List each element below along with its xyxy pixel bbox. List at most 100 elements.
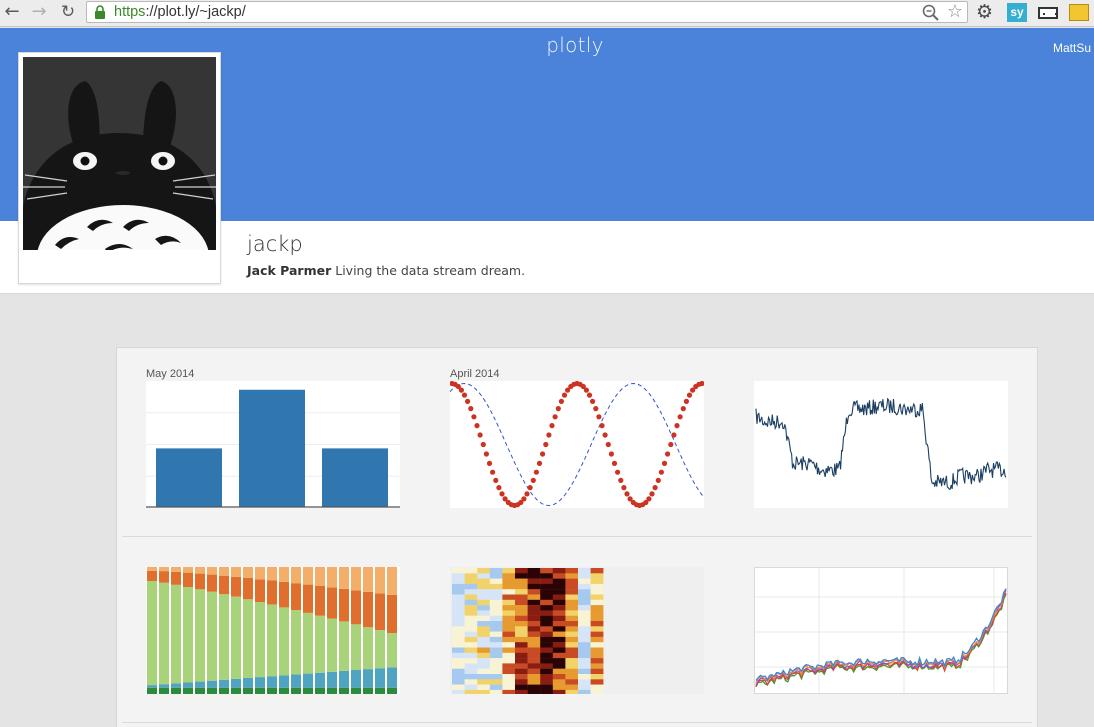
heatmap-cell [527, 578, 541, 585]
heatmap-cell [464, 610, 478, 616]
heatmap-cell [502, 631, 516, 638]
stacked-bar-segment [219, 594, 229, 680]
stacked-bar-segment [147, 687, 157, 694]
stacked-bar-segment [219, 567, 229, 576]
heatmap-cell [515, 568, 528, 574]
heatmap-cell [527, 647, 541, 653]
heatmap-cell [565, 663, 579, 669]
heatmap-cell [477, 647, 490, 653]
plot-thumbnail-heatmap[interactable] [450, 567, 704, 694]
data-point [465, 398, 471, 404]
data-point [555, 406, 561, 412]
profile-bio: Living the data stream dream. [335, 263, 526, 278]
heatmap-cell [552, 636, 566, 643]
back-arrow-icon[interactable]: ← [2, 2, 22, 22]
ruler-icon[interactable] [1038, 7, 1058, 19]
forward-arrow-icon[interactable]: → [29, 2, 49, 22]
heatmap-cell [540, 674, 553, 680]
heatmap-cell [515, 589, 528, 595]
heatmap-cell [515, 578, 528, 585]
user-menu[interactable]: MattSu [1053, 41, 1091, 55]
heatmap-cell [590, 573, 604, 579]
stacked-bar-segment [183, 587, 193, 683]
heatmap-cell [578, 568, 591, 574]
heatmap-cell [540, 589, 553, 595]
stacked-bar-segment [387, 633, 397, 668]
plot-thumbnail-sine[interactable] [450, 381, 704, 508]
stacked-bar-segment [243, 687, 253, 694]
heatmap-cell [552, 631, 566, 638]
heatmap-cell [552, 689, 566, 694]
heatmap-cell [452, 599, 465, 606]
heatmap-cell [552, 684, 566, 691]
data-point [480, 441, 486, 448]
heatmap-cell [502, 679, 516, 685]
stacked-bar-segment [327, 567, 337, 588]
heatmap-cell [464, 589, 478, 595]
data-point [649, 491, 655, 497]
reload-icon[interactable]: ↻ [58, 2, 78, 22]
stacked-bar-segment [207, 591, 217, 681]
stacked-bar-segment [291, 583, 301, 611]
zoom-icon[interactable] [922, 4, 939, 21]
heatmap-cell [477, 642, 490, 648]
stacked-bar-segment [255, 579, 265, 602]
heatmap-cell [477, 589, 490, 595]
heatmap-cell [515, 674, 528, 680]
data-point [483, 451, 489, 457]
heatmap-cell [502, 594, 516, 600]
heatmap-cell [452, 626, 465, 632]
heatmap-cell [578, 689, 591, 694]
heatmap-cell [552, 663, 566, 669]
stacked-bar-segment [147, 581, 157, 686]
heatmap-cell [477, 631, 490, 638]
gear-icon[interactable]: ⚙ [976, 2, 993, 22]
stacked-bar-segment [231, 687, 241, 694]
sy-extension-icon[interactable]: sy [1007, 3, 1027, 22]
heatmap-cell [477, 583, 490, 590]
plot-thumbnail-multiline[interactable] [754, 567, 1008, 694]
heatmap-cell [502, 642, 516, 648]
heatmap-cell [452, 568, 465, 574]
heatmap-cell [502, 658, 516, 664]
plot-thumbnail-timeseries[interactable] [754, 381, 1008, 508]
stacked-bar-segment [267, 604, 277, 677]
data-point [615, 469, 621, 475]
data-point [683, 398, 689, 404]
stacked-bar-segment [231, 596, 241, 679]
totoro-avatar-icon [23, 57, 216, 250]
yellow-extension-icon[interactable] [1069, 4, 1089, 21]
heatmap-cell [552, 583, 566, 590]
heatmap-cell [489, 589, 503, 595]
plot-thumbnail-stacked[interactable] [146, 567, 400, 694]
heatmap-cell [552, 679, 566, 685]
heatmap-cell [565, 599, 579, 606]
url-text[interactable]: https://plot.ly/~jackp/ [114, 4, 246, 20]
address-bar[interactable]: https://plot.ly/~jackp/ ☆ [86, 1, 968, 23]
data-point [496, 485, 502, 491]
heatmap-cell [464, 583, 478, 590]
heatmap-cell [578, 679, 591, 685]
stacked-bar-segment [327, 671, 337, 688]
data-point [621, 485, 627, 491]
heatmap-cell [477, 652, 490, 659]
heatmap-cell [565, 684, 579, 691]
stacked-bar-segment [291, 687, 301, 694]
stacked-bar-segment [303, 612, 313, 674]
heatmap-cell [540, 605, 553, 611]
stacked-bar-segment [243, 599, 253, 678]
heatmap-cell [565, 583, 579, 590]
data-point [602, 432, 608, 438]
lock-icon [95, 5, 105, 19]
heatmap-cell [477, 615, 490, 622]
heatmap-cell [464, 668, 478, 675]
heatmap-cell [502, 578, 516, 585]
stacked-bar-segment [267, 687, 277, 694]
data-point [677, 414, 683, 420]
heatmap-cell [590, 674, 604, 680]
star-icon[interactable]: ☆ [947, 3, 963, 21]
heatmap-cell [552, 578, 566, 585]
plot-thumbnail-bar[interactable] [146, 381, 400, 508]
stacked-bar-segment [231, 576, 241, 597]
avatar-card[interactable] [18, 52, 221, 284]
